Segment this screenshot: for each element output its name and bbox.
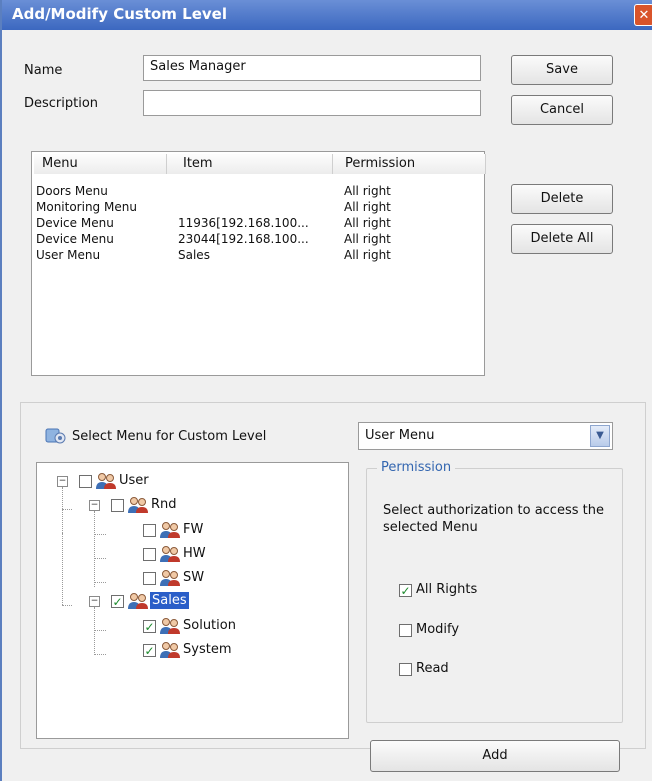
permission-description: Select authorization to access the selec… [383,503,604,535]
user-group-icon [159,617,181,635]
chevron-down-icon[interactable]: ▼ [590,425,610,447]
name-input[interactable]: Sales Manager [143,55,481,81]
tree-label: FW [183,522,204,537]
cell-permission: All right [344,248,391,262]
delete-all-button[interactable]: Delete All [511,224,613,254]
cell-permission: All right [344,232,391,246]
cell-permission: All right [344,200,391,214]
tree-label: Rnd [151,497,177,512]
cell-item: 11936[192.168.100... [178,216,309,230]
collapse-icon[interactable]: − [57,476,68,487]
cell-menu: Monitoring Menu [36,200,137,214]
collapse-icon[interactable]: − [89,500,100,511]
list-row[interactable]: Device Menu 11936[192.168.100... All rig… [32,215,484,231]
list-row[interactable]: Doors Menu All right [32,183,484,199]
user-group-icon [127,592,149,610]
menu-gear-icon [45,427,67,445]
cell-item: 23044[192.168.100... [178,232,309,246]
cell-permission: All right [344,184,391,198]
description-label: Description [24,96,99,111]
tree-checkbox-rnd[interactable] [111,499,124,512]
list-row[interactable]: Monitoring Menu All right [32,199,484,215]
menu-dropdown[interactable]: User Menu ▼ [358,422,613,450]
modify-checkbox[interactable] [399,624,412,637]
tree-checkbox-sales[interactable]: ✓ [111,595,124,608]
tree-checkbox-fw[interactable] [143,524,156,537]
user-group-icon [159,521,181,539]
delete-button[interactable]: Delete [511,184,613,214]
permission-title: Permission [377,460,456,475]
cell-menu: Doors Menu [36,184,108,198]
tree-label: User [119,473,149,488]
tree-checkbox-hw[interactable] [143,548,156,561]
name-label: Name [24,63,63,78]
option-label: Read [416,661,449,676]
tree-label: Solution [183,618,236,633]
column-header-permission[interactable]: Permission [333,154,486,174]
user-group-icon [159,569,181,587]
permission-group: Permission Select authorization to acces… [366,460,623,723]
all-rights-checkbox[interactable]: ✓ [399,584,412,597]
option-label: All Rights [416,582,478,597]
collapse-icon[interactable]: − [89,596,100,607]
read-checkbox[interactable] [399,663,412,676]
user-group-icon [159,641,181,659]
cell-menu: User Menu [36,248,101,262]
tree-label: System [183,642,232,657]
user-group-icon [127,496,149,514]
select-menu-label: Select Menu for Custom Level [72,429,267,444]
list-row[interactable]: User Menu Sales All right [32,247,484,263]
tree-label-selected: Sales [150,592,189,609]
cell-menu: Device Menu [36,232,114,246]
tree-checkbox-user[interactable] [79,475,92,488]
cell-permission: All right [344,216,391,230]
column-header-menu[interactable]: Menu [34,154,167,174]
column-header-item[interactable]: Item [167,154,333,174]
description-input[interactable] [143,90,481,116]
tree-checkbox-sw[interactable] [143,572,156,585]
tree-label: HW [183,546,206,561]
tree-checkbox-solution[interactable]: ✓ [143,620,156,633]
save-button[interactable]: Save [511,55,613,85]
add-button[interactable]: Add [370,740,620,772]
tree-checkbox-system[interactable]: ✓ [143,644,156,657]
list-row[interactable]: Device Menu 23044[192.168.100... All rig… [32,231,484,247]
menu-dropdown-value: User Menu [365,428,435,443]
cancel-button[interactable]: Cancel [511,95,613,125]
cell-item: Sales [178,248,210,262]
tree-label: SW [183,570,205,585]
option-label: Modify [416,622,460,637]
add-modify-custom-level-dialog: Add/Modify Custom Level ✕ Name Sales Man… [0,0,652,781]
menu-tree[interactable]: − User − Rnd FW HW SW − ✓ Sales ✓ Soluti… [36,462,349,739]
user-group-icon [159,545,181,563]
title-bar[interactable]: Add/Modify Custom Level ✕ [2,0,652,30]
window-title: Add/Modify Custom Level [12,5,227,23]
cell-menu: Device Menu [36,216,114,230]
user-group-icon [95,472,117,490]
close-button[interactable]: ✕ [634,4,652,26]
custom-level-list[interactable]: Menu Item Permission Doors Menu All righ… [31,151,486,376]
